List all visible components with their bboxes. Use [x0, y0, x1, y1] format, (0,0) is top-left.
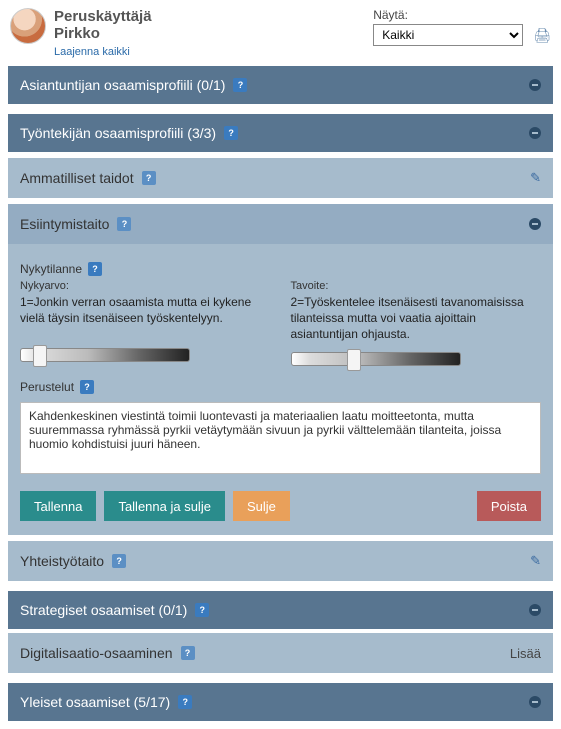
save-button[interactable]: Tallenna	[20, 491, 96, 521]
edit-icon[interactable]: ✎	[530, 553, 541, 569]
target-desc: 2=Työskentelee itsenäisesti tavanomaisis…	[291, 294, 542, 343]
justification-textarea[interactable]: Kahdenkeskinen viestintä toimii luonteva…	[20, 402, 541, 474]
section-professional-skills[interactable]: Ammatilliset taidot ? ✎	[8, 158, 553, 198]
section-strategic[interactable]: Strategiset osaamiset (0/1) ?	[8, 591, 553, 629]
section-employee-title: Työntekijän osaamisprofiili (3/3)	[20, 125, 216, 141]
edit-icon[interactable]: ✎	[530, 170, 541, 186]
collapse-icon[interactable]	[529, 696, 541, 708]
help-icon[interactable]: ?	[142, 171, 156, 185]
help-icon[interactable]: ?	[178, 695, 192, 709]
delete-button[interactable]: Poista	[477, 491, 541, 521]
slider-thumb[interactable]	[33, 345, 47, 367]
help-icon[interactable]: ?	[233, 78, 247, 92]
user-name-line1: Peruskäyttäjä	[54, 8, 373, 25]
help-icon[interactable]: ?	[88, 262, 102, 276]
user-name-line2: Pirkko	[54, 25, 373, 42]
filter-select[interactable]: Kaikki	[373, 24, 523, 46]
section-general[interactable]: Yleiset osaamiset (5/17) ?	[8, 683, 553, 721]
section-digital[interactable]: Digitalisaatio-osaaminen ? Lisää	[8, 633, 553, 673]
filter-block: Näytä: Kaikki 🖨	[373, 8, 551, 46]
button-row: Tallenna Tallenna ja sulje Sulje Poista	[20, 491, 541, 521]
section-cooperation[interactable]: Yhteistyötaito ? ✎	[8, 541, 553, 581]
current-label: Nykyarvo:	[20, 280, 271, 292]
section-strategic-title: Strategiset osaamiset (0/1)	[20, 602, 187, 618]
current-desc: 1=Jonkin verran osaamista mutta ei kyken…	[20, 294, 271, 338]
filter-label: Näytä:	[373, 8, 408, 22]
collapse-icon[interactable]	[529, 127, 541, 139]
user-block: Peruskäyttäjä Pirkko Laajenna kaikki	[54, 8, 373, 58]
section-employee-profile[interactable]: Työntekijän osaamisprofiili (3/3) ?	[8, 114, 553, 152]
help-icon[interactable]: ?	[117, 217, 131, 231]
add-link[interactable]: Lisää	[510, 646, 541, 661]
help-icon[interactable]: ?	[195, 603, 209, 617]
section-presentation[interactable]: Esiintymistaito ?	[8, 204, 553, 244]
justification-label: Perustelut ?	[20, 380, 541, 394]
presentation-panel: Nykytilanne ? Nykyarvo: 1=Jonkin verran …	[8, 244, 553, 536]
help-icon[interactable]: ?	[112, 554, 126, 568]
print-icon[interactable]: 🖨	[533, 27, 551, 44]
current-heading: Nykytilanne ?	[20, 262, 541, 276]
collapse-icon[interactable]	[529, 218, 541, 230]
section-digital-title: Digitalisaatio-osaaminen	[20, 645, 173, 661]
page-header: Peruskäyttäjä Pirkko Laajenna kaikki Näy…	[0, 0, 561, 62]
save-close-button[interactable]: Tallenna ja sulje	[104, 491, 225, 521]
section-prof-skills-title: Ammatilliset taidot	[20, 170, 134, 186]
help-icon[interactable]: ?	[224, 126, 238, 140]
slider-thumb[interactable]	[347, 349, 361, 371]
section-presentation-title: Esiintymistaito	[20, 216, 109, 232]
collapse-icon[interactable]	[529, 604, 541, 616]
section-cooperation-title: Yhteistyötaito	[20, 553, 104, 569]
section-expert-title: Asiantuntijan osaamisprofiili (0/1)	[20, 77, 225, 93]
target-column: Tavoite: 2=Työskentelee itsenäisesti tav…	[291, 280, 542, 367]
section-expert-profile[interactable]: Asiantuntijan osaamisprofiili (0/1) ?	[8, 66, 553, 104]
avatar	[10, 8, 46, 44]
close-button[interactable]: Sulje	[233, 491, 290, 521]
help-icon[interactable]: ?	[181, 646, 195, 660]
current-column: Nykyarvo: 1=Jonkin verran osaamista mutt…	[20, 280, 271, 367]
expand-all-link[interactable]: Laajenna kaikki	[54, 46, 130, 58]
help-icon[interactable]: ?	[80, 380, 94, 394]
current-slider[interactable]	[20, 348, 190, 362]
section-general-title: Yleiset osaamiset (5/17)	[20, 694, 170, 710]
target-label: Tavoite:	[291, 280, 542, 292]
target-slider[interactable]	[291, 352, 461, 366]
collapse-icon[interactable]	[529, 79, 541, 91]
